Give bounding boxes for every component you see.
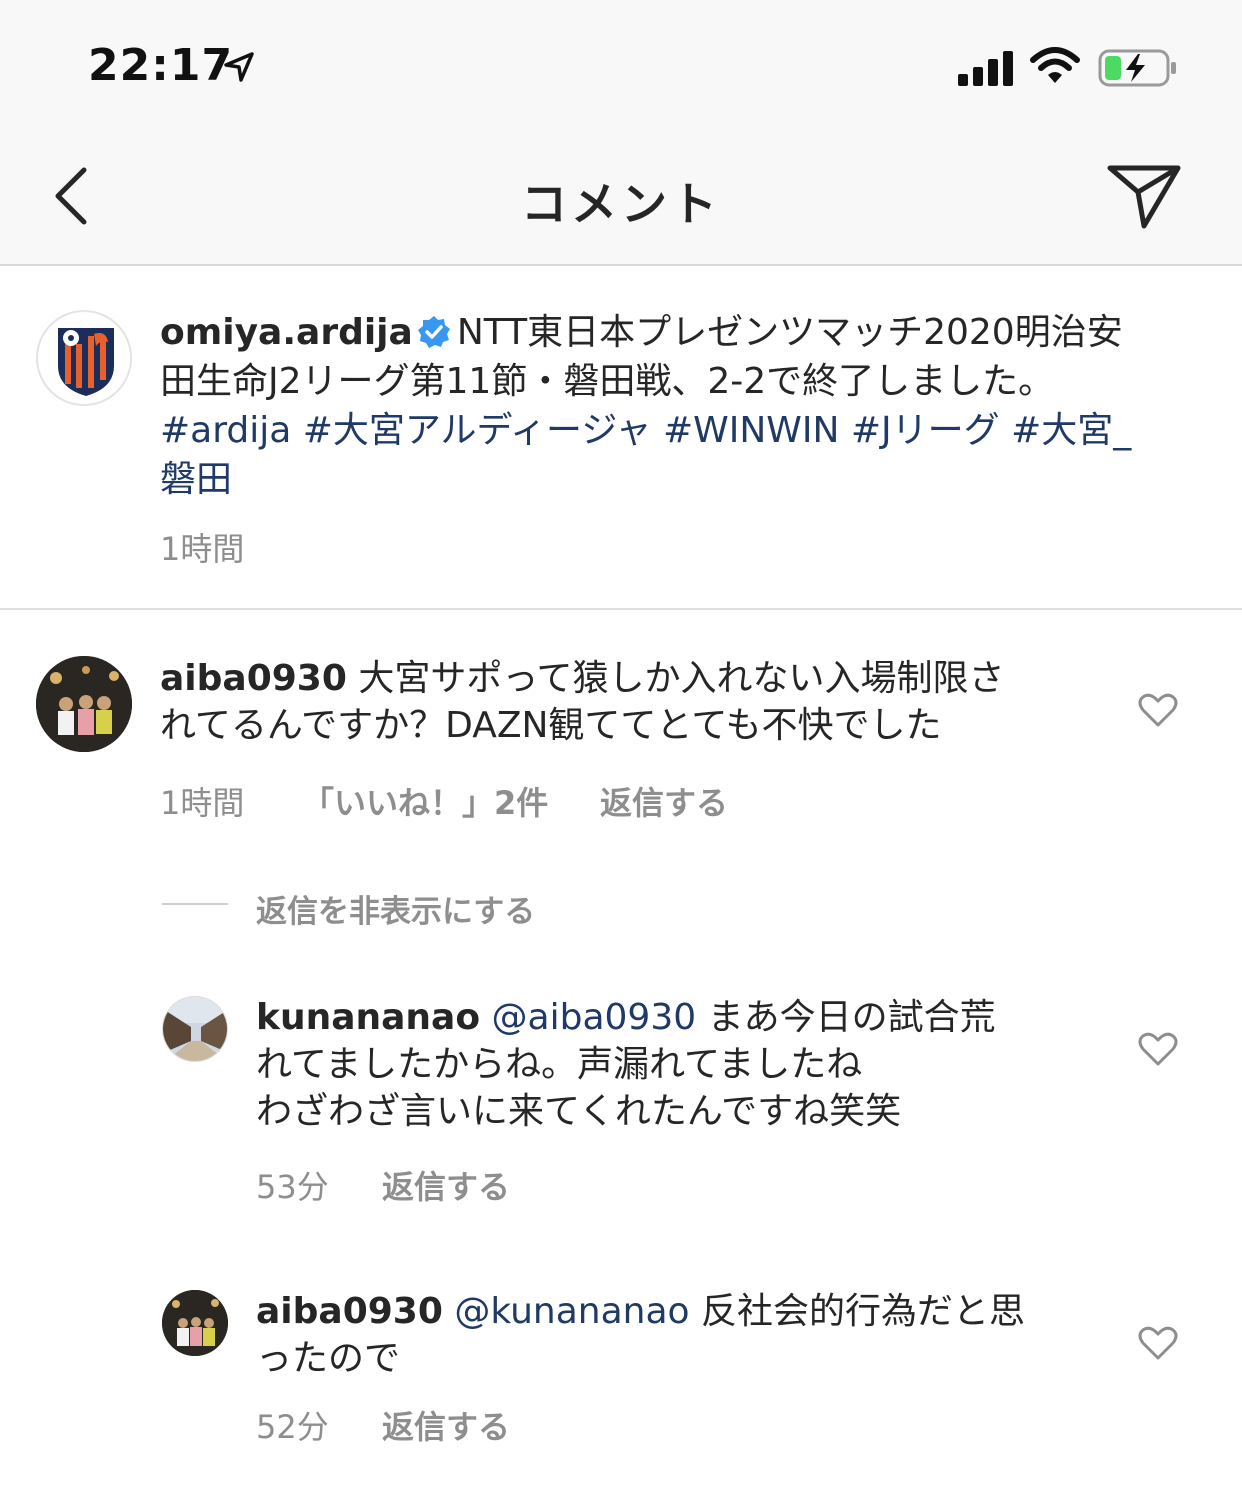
comment-avatar[interactable] [36, 656, 132, 752]
comment-body-line1: 大宮サポって猿しか入れない入場制限さ [358, 658, 1005, 699]
caption-body-line2: 田生命J2リーグ第11節・磐田戦、2-2で終了しました。 [160, 361, 1055, 402]
caption-body-line1: NTT東日本プレゼンツマッチ2020明治安 [456, 312, 1123, 353]
user-photo-icon [36, 656, 132, 752]
club-logo-avatar[interactable] [36, 310, 132, 406]
reply-body-line2: れてましたからね。声漏れてましたね [256, 1044, 863, 1085]
reply-body-line1: まあ今日の試合荒 [707, 997, 996, 1038]
status-time: 22:17 [88, 40, 234, 91]
reply-reply-button[interactable]: 返信する [382, 1162, 510, 1208]
comment-likes-count[interactable]: 「いいね！」2件 [302, 778, 548, 824]
reply-username[interactable]: kunananao [256, 997, 480, 1038]
status-bar: 22:17 [0, 0, 1242, 130]
heart-icon[interactable] [1138, 1325, 1178, 1361]
reply-avatar[interactable] [162, 996, 228, 1062]
reply-text: kunananao @aiba0930 まあ今日の試合荒 れてましたからね。声漏… [256, 994, 1116, 1135]
reply-avatar[interactable] [162, 1290, 228, 1356]
hashtags-line2[interactable]: 磐田 [160, 459, 232, 500]
page-title: コメント [521, 177, 721, 231]
street-photo-icon [163, 997, 227, 1061]
hashtags-line1[interactable]: #ardija #大宮アルディージャ #WINWIN #Jリーグ #大宮_ [160, 410, 1131, 451]
cellular-signal-icon [958, 51, 1013, 86]
verified-badge-icon [417, 316, 450, 348]
hide-replies-button[interactable]: 返信を非表示にする [256, 886, 535, 931]
user-photo-icon [162, 1290, 228, 1356]
reply-username[interactable]: aiba0930 [256, 1291, 443, 1332]
caption-username[interactable]: omiya.ardija [160, 312, 413, 353]
comment-text: aiba0930 大宮サポって猿しか入れない入場制限さ れてるんですか？DAZN… [160, 655, 1120, 749]
heart-icon[interactable] [1138, 692, 1178, 728]
heart-icon[interactable] [1138, 1031, 1178, 1067]
reply-timestamp: 52分 [256, 1408, 329, 1446]
navigation-bar: コメント [0, 130, 1242, 266]
battery-charging-icon [1098, 49, 1176, 87]
reply-text: aiba0930 @kunananao 反社会的行為だと思 ったので [256, 1288, 1116, 1382]
wifi-icon [1030, 47, 1080, 83]
reply-timestamp: 53分 [256, 1168, 329, 1206]
reply-reply-button[interactable]: 返信する [382, 1402, 510, 1448]
reply-body-line3: わざわざ言いに来てくれたんですね笑笑 [256, 1091, 902, 1132]
comment-reply-button[interactable]: 返信する [600, 778, 728, 824]
comment-username[interactable]: aiba0930 [160, 658, 347, 699]
caption-timestamp: 1時間 [160, 530, 245, 568]
reply-mention[interactable]: @aiba0930 [492, 997, 697, 1038]
reply-body-line1: 反社会的行為だと思 [701, 1291, 1026, 1332]
paper-plane-icon[interactable] [1106, 162, 1182, 230]
reply-body-line2: ったので [256, 1338, 401, 1379]
reply-mention[interactable]: @kunananao [454, 1291, 689, 1332]
location-arrow-icon [224, 52, 254, 82]
caption-hashtags[interactable]: #ardija #大宮アルディージャ #WINWIN #Jリーグ #大宮_ 磐田 [160, 406, 1210, 504]
hide-replies-divider [162, 903, 228, 905]
comment-timestamp: 1時間 [160, 784, 245, 822]
club-crest-icon [40, 314, 130, 404]
post-caption: omiya.ardija NTT東日本プレゼンツマッチ2020明治安 田生命J2リ… [0, 266, 1242, 610]
caption-text: omiya.ardija NTT東日本プレゼンツマッチ2020明治安 田生命J2リ… [160, 308, 1210, 406]
comment-body-line2: れてるんですか？DAZN観ててとても不快でした [160, 705, 942, 746]
